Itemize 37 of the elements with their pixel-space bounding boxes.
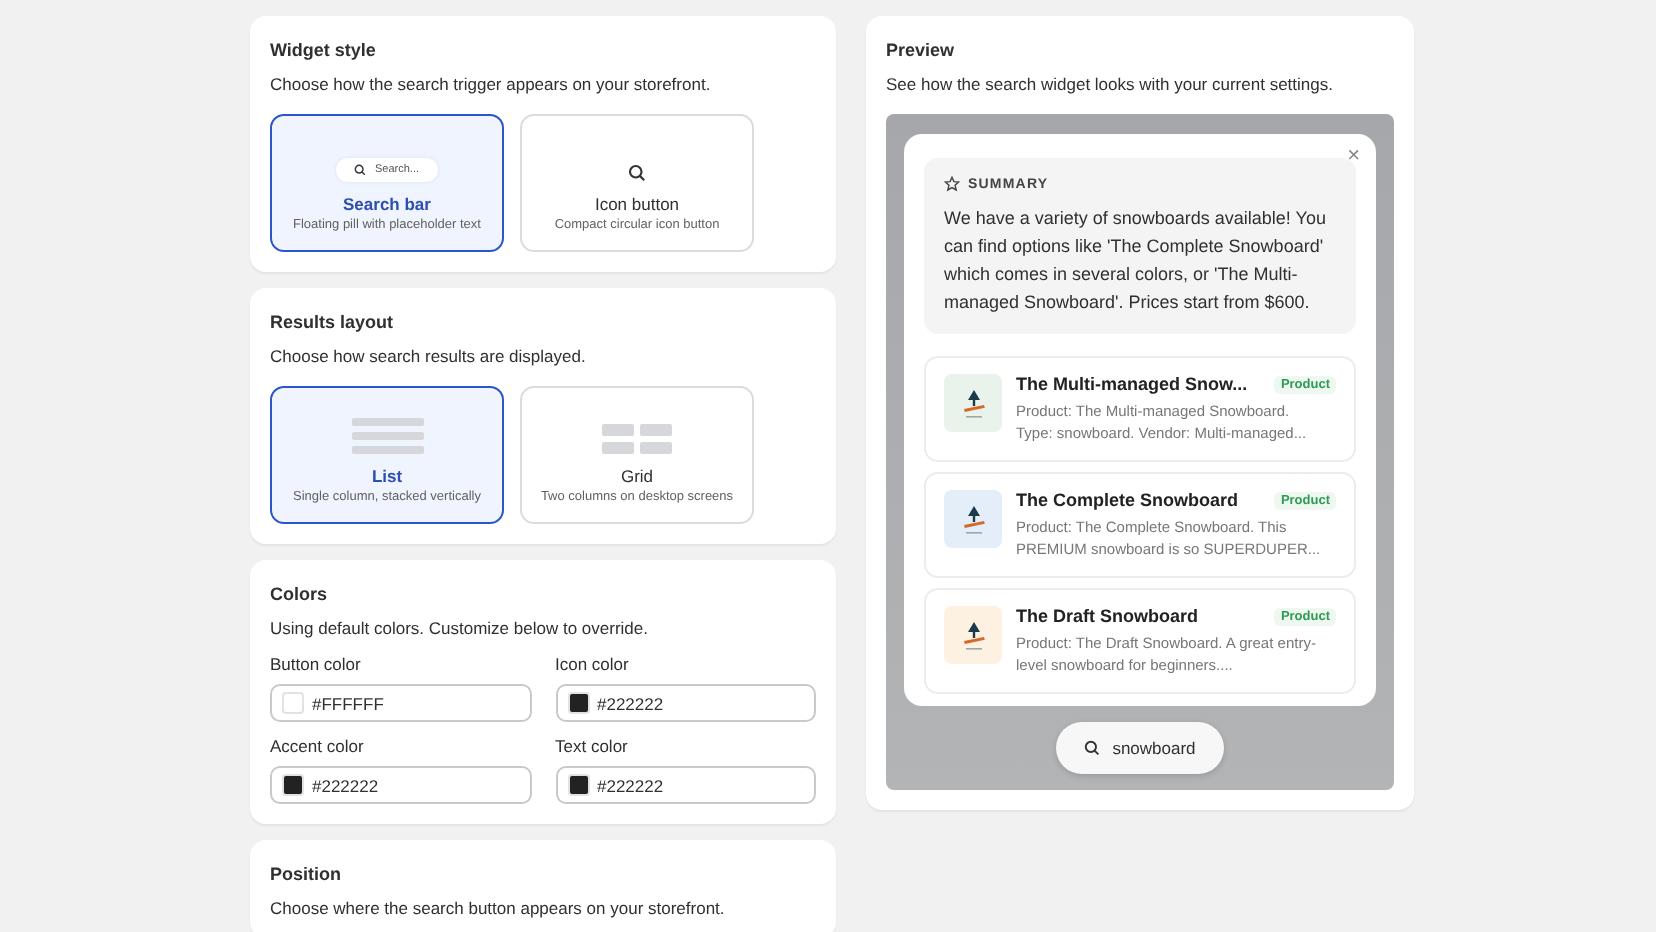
section-description: See how the search widget looks with your current settings.	[886, 74, 1335, 94]
search-icon	[1084, 740, 1101, 756]
field-label: Text color	[555, 736, 630, 756]
section-title: Position	[270, 864, 343, 884]
field-label: Accent color	[270, 736, 366, 756]
section-description: Choose how the search trigger appears on your storefront.	[270, 74, 713, 94]
summary-text: We have a variety of snowboards available! You can find options like 'The Complete Snowboard' which comes in several colors, or 'The Multi-managed Snowboard'. Prices start from $600.	[944, 206, 1328, 316]
color-input-field[interactable]: #222222	[270, 766, 531, 804]
color-swatch[interactable]	[282, 774, 304, 796]
section-description: Choose where the search button appears on your storefront.	[270, 898, 727, 918]
color-swatch[interactable]	[567, 692, 589, 714]
color-input-field[interactable]: #222222	[555, 766, 816, 804]
section-description: Choose how search results are displayed.	[270, 346, 588, 366]
search-icon	[628, 164, 646, 182]
close-button[interactable]: ×	[1347, 146, 1360, 168]
result-title: The Complete Snowboard	[1016, 490, 1239, 510]
field-label: Icon color	[555, 654, 631, 674]
field-label: Button color	[270, 654, 363, 674]
snowboarder-icon	[959, 619, 987, 651]
snowboarder-icon	[959, 503, 987, 535]
section-description: Using default colors. Customize below to override.	[270, 618, 650, 638]
section-title: Results layout	[270, 312, 396, 332]
search-icon	[354, 164, 367, 176]
color-swatch[interactable]	[567, 774, 589, 796]
section-title: Preview	[886, 40, 957, 60]
list-layout-icon	[351, 418, 423, 454]
section-title: Widget style	[270, 40, 378, 60]
result-title: The Draft Snowboard	[1016, 606, 1199, 626]
color-input-field[interactable]: #222222	[555, 684, 816, 722]
snowboarder-icon	[959, 387, 987, 419]
color-input-field[interactable]: #FFFFFF	[270, 684, 531, 722]
result-title: The Multi-managed Snow...	[1016, 374, 1248, 394]
grid-layout-icon	[602, 424, 672, 454]
color-swatch[interactable]	[282, 692, 304, 714]
section-title: Colors	[270, 584, 330, 604]
search-pill[interactable]: snowboard	[1056, 722, 1224, 774]
star-icon	[944, 176, 960, 192]
